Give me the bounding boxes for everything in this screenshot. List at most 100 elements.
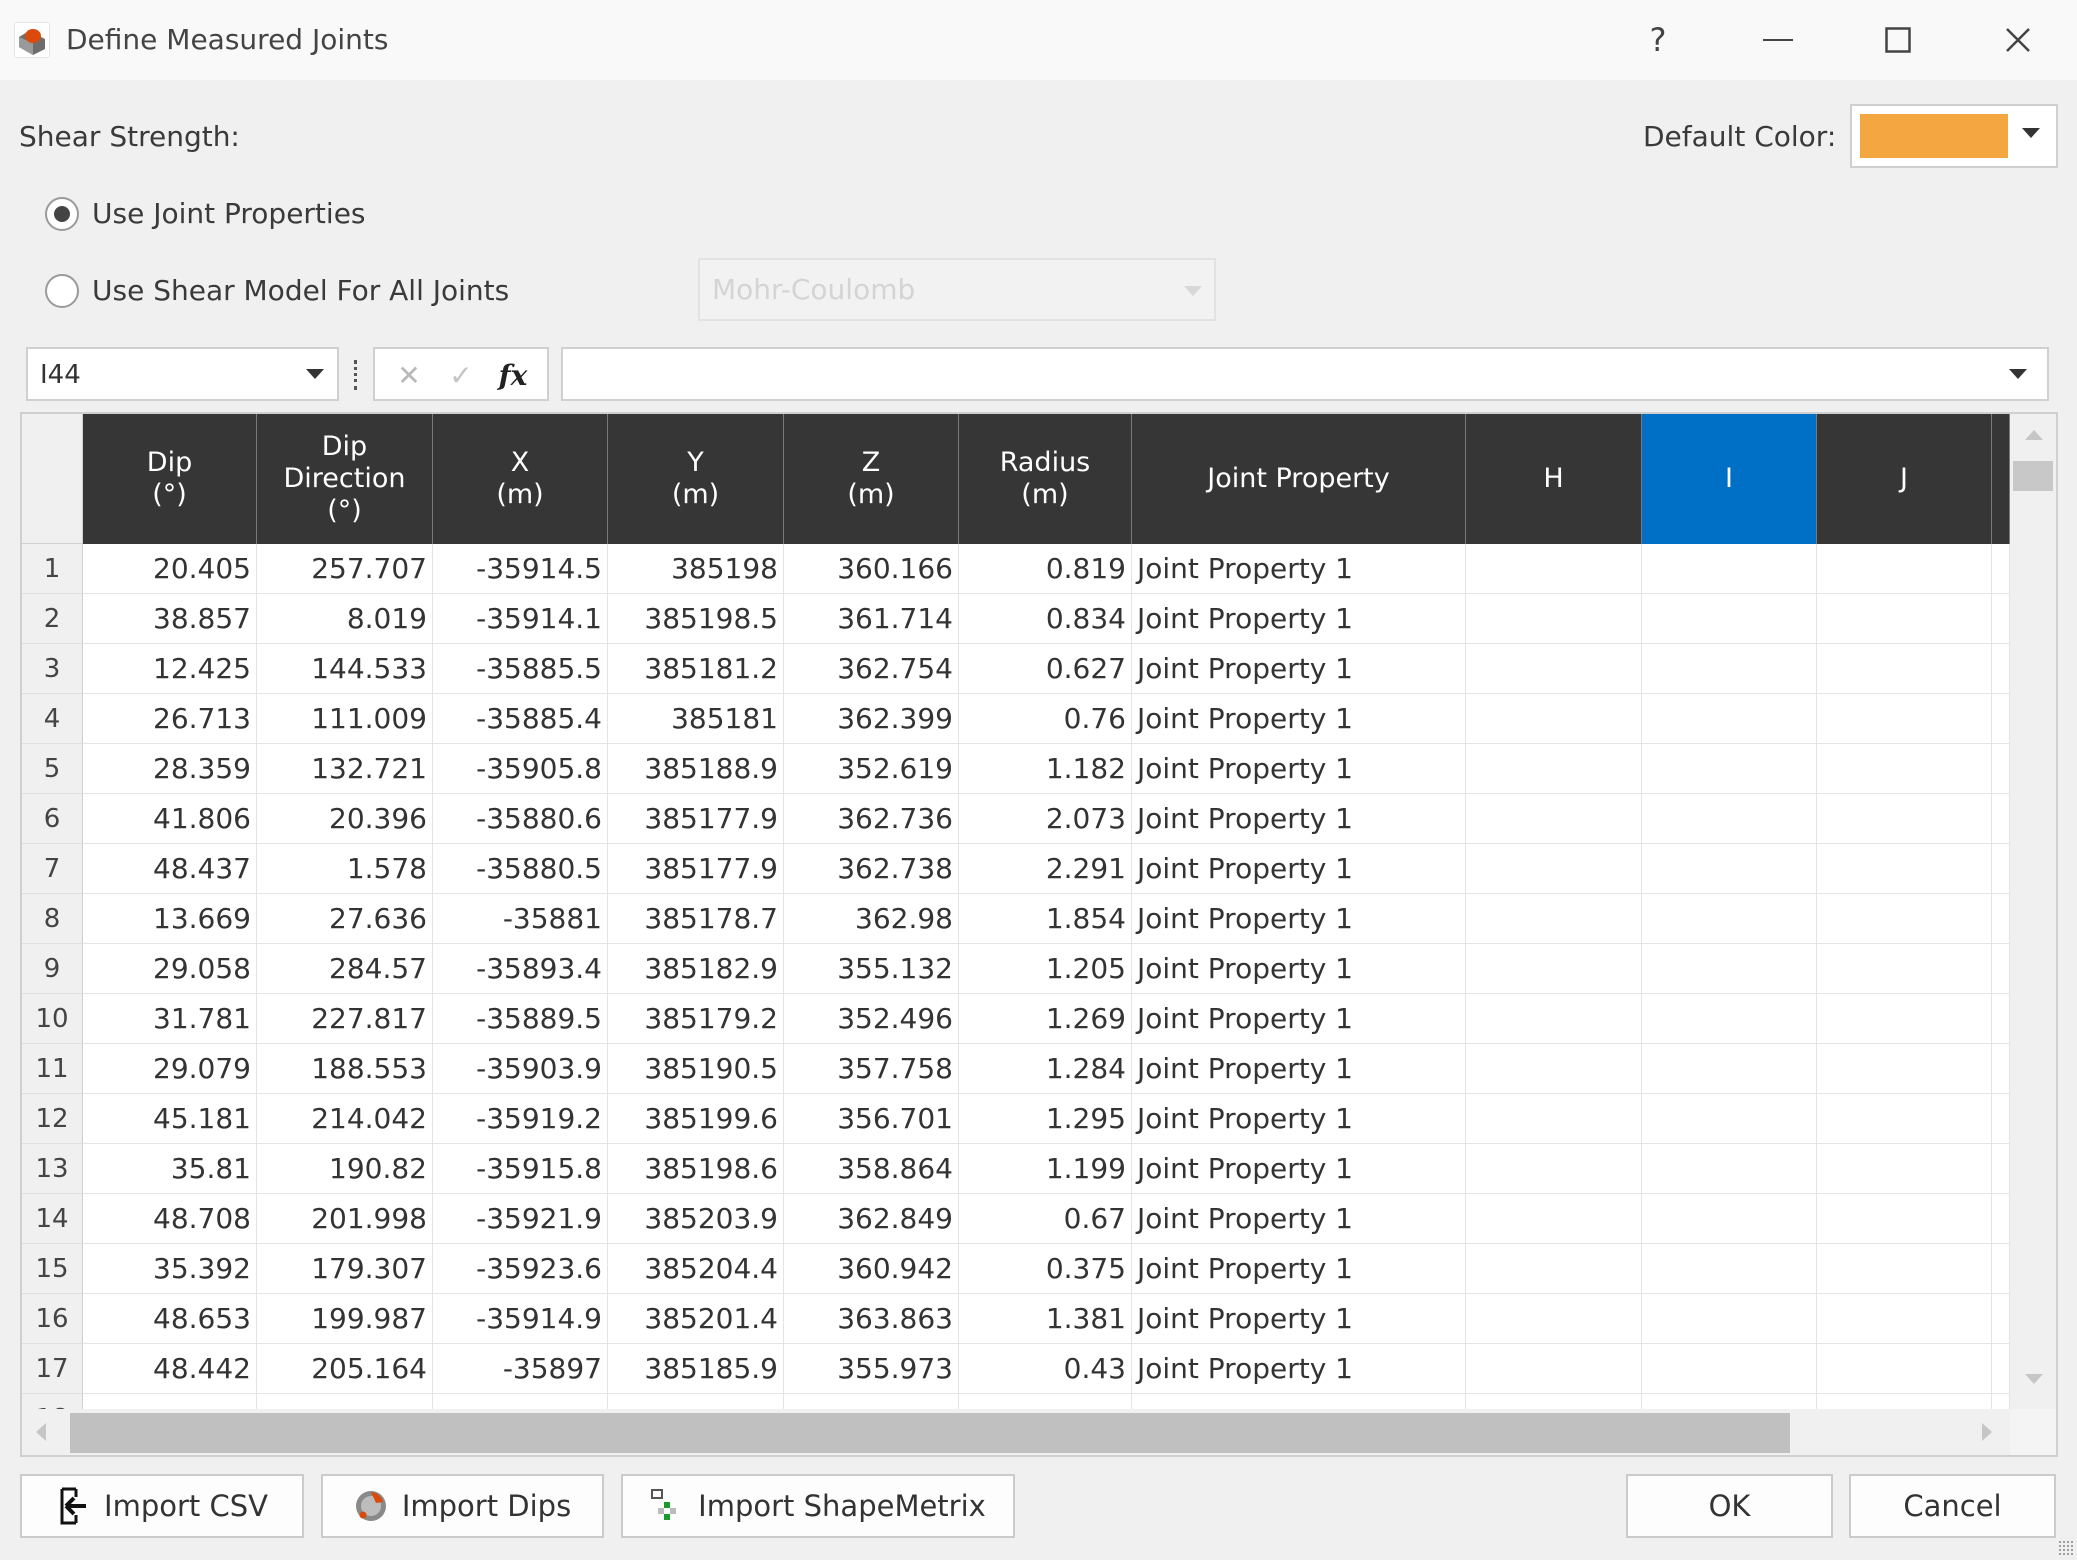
table-cell[interactable]: -35903.9 (433, 1044, 608, 1094)
table-cell[interactable]: 214.042 (257, 1094, 433, 1144)
column-header[interactable]: Joint Property (1132, 414, 1466, 544)
table-cell[interactable]: 48.708 (83, 1194, 257, 1244)
table-cell[interactable]: 0.834 (959, 594, 1132, 644)
table-cell-partial[interactable] (1992, 1094, 2010, 1144)
table-cell[interactable] (1642, 944, 1817, 994)
table-cell[interactable] (1817, 744, 1992, 794)
table-cell-partial[interactable] (1992, 1044, 2010, 1094)
table-cell[interactable]: 257.707 (257, 544, 433, 594)
table-cell[interactable] (1642, 1244, 1817, 1294)
table-cell-partial[interactable] (1992, 994, 2010, 1044)
table-cell[interactable]: 363.863 (784, 1294, 959, 1344)
table-cell[interactable]: 205.164 (257, 1344, 433, 1394)
table-cell[interactable]: 48.437 (83, 844, 257, 894)
column-header-partial[interactable] (1992, 414, 2010, 544)
minimize-button[interactable] (1748, 14, 1808, 66)
table-cell[interactable]: -35885.4 (433, 694, 608, 744)
table-cell[interactable] (1817, 694, 1992, 744)
table-cell[interactable] (1642, 644, 1817, 694)
table-cell[interactable]: 199.987 (257, 1294, 433, 1344)
table-cell[interactable]: 360.166 (784, 544, 959, 594)
use-shear-model-label[interactable]: Use Shear Model For All Joints (92, 273, 509, 309)
table-cell[interactable]: 1.269 (959, 994, 1132, 1044)
table-cell-partial[interactable] (1992, 1194, 2010, 1244)
table-cell[interactable]: 355.132 (784, 944, 959, 994)
table-cell[interactable]: 362.98 (784, 894, 959, 944)
row-header[interactable]: 5 (22, 744, 83, 794)
row-header[interactable]: 14 (22, 1194, 83, 1244)
table-cell[interactable]: Joint Property 1 (1132, 1044, 1466, 1094)
table-cell[interactable]: -35897 (433, 1344, 608, 1394)
horizontal-scrollbar[interactable] (22, 1409, 2010, 1455)
row-header[interactable]: 13 (22, 1144, 83, 1194)
resize-grip[interactable] (2058, 1540, 2074, 1556)
table-cell[interactable] (1817, 644, 1992, 694)
table-cell-partial[interactable] (1992, 544, 2010, 594)
row-header[interactable]: 7 (22, 844, 83, 894)
table-cell[interactable] (1817, 1044, 1992, 1094)
table-cell[interactable]: 385185.9 (608, 1344, 784, 1394)
table-cell-partial[interactable] (1992, 1294, 2010, 1344)
table-cell[interactable] (1466, 944, 1642, 994)
table-cell[interactable] (1642, 1044, 1817, 1094)
table-cell[interactable]: 385177.9 (608, 844, 784, 894)
formula-bar-splitter[interactable] (354, 360, 358, 390)
table-cell[interactable]: 1.284 (959, 1044, 1132, 1094)
table-cell[interactable]: -35880.5 (433, 844, 608, 894)
table-cell[interactable] (1466, 1244, 1642, 1294)
table-cell[interactable]: -35915.8 (433, 1144, 608, 1194)
table-cell[interactable]: 385188.9 (608, 744, 784, 794)
table-cell[interactable]: 0.43 (959, 1344, 1132, 1394)
column-header[interactable]: Z (m) (784, 414, 959, 544)
table-cell[interactable] (1466, 594, 1642, 644)
chevron-down-icon[interactable] (306, 369, 324, 379)
scroll-down-icon[interactable] (2025, 1374, 2043, 1384)
table-cell[interactable]: 356.701 (784, 1094, 959, 1144)
table-cell[interactable]: 31.781 (83, 994, 257, 1044)
table-cell-partial[interactable] (1992, 744, 2010, 794)
table-cell[interactable]: -35914.1 (433, 594, 608, 644)
table-cell[interactable]: -35881 (433, 894, 608, 944)
table-cell[interactable]: 188.553 (257, 1044, 433, 1094)
table-cell[interactable]: 385177.9 (608, 794, 784, 844)
row-header[interactable]: 1 (22, 544, 83, 594)
table-cell[interactable]: 2.073 (959, 794, 1132, 844)
table-cell[interactable]: 357.758 (784, 1044, 959, 1094)
column-header[interactable]: I (1642, 414, 1817, 544)
maximize-button[interactable] (1868, 14, 1928, 66)
table-cell[interactable]: 385181 (608, 694, 784, 744)
table-cell[interactable]: Joint Property 1 (1132, 1144, 1466, 1194)
table-cell[interactable]: Joint Property 1 (1132, 594, 1466, 644)
table-cell[interactable]: -35914.9 (433, 1294, 608, 1344)
table-cell[interactable] (1642, 994, 1817, 1044)
accept-edit-button[interactable]: ✓ (441, 355, 481, 395)
table-cell[interactable] (1466, 1044, 1642, 1094)
table-cell[interactable] (1642, 844, 1817, 894)
table-cell-partial[interactable] (1992, 594, 2010, 644)
table-cell-partial[interactable] (1992, 644, 2010, 694)
table-cell[interactable]: Joint Property 1 (1132, 944, 1466, 994)
table-cell[interactable]: 26.713 (83, 694, 257, 744)
table-cell[interactable] (1642, 694, 1817, 744)
scroll-left-icon[interactable] (36, 1423, 46, 1441)
table-cell[interactable]: 0.76 (959, 694, 1132, 744)
table-cell[interactable] (1817, 544, 1992, 594)
table-cell[interactable] (1642, 894, 1817, 944)
scroll-right-icon[interactable] (1982, 1423, 1992, 1441)
table-cell[interactable]: 362.399 (784, 694, 959, 744)
cancel-edit-button[interactable]: ✕ (389, 355, 429, 395)
table-cell[interactable] (1642, 1344, 1817, 1394)
table-cell[interactable]: 0.627 (959, 644, 1132, 694)
table-cell[interactable]: -35880.6 (433, 794, 608, 844)
table-cell[interactable] (1642, 794, 1817, 844)
table-cell[interactable]: 385198 (608, 544, 784, 594)
table-cell[interactable]: 361.714 (784, 594, 959, 644)
table-cell[interactable] (1466, 544, 1642, 594)
table-cell[interactable]: 48.442 (83, 1344, 257, 1394)
table-cell[interactable]: 385198.5 (608, 594, 784, 644)
table-cell-partial[interactable] (1992, 844, 2010, 894)
table-cell[interactable] (1817, 794, 1992, 844)
table-cell[interactable] (1817, 1094, 1992, 1144)
table-cell[interactable]: 1.205 (959, 944, 1132, 994)
table-cell-partial[interactable] (1992, 1244, 2010, 1294)
